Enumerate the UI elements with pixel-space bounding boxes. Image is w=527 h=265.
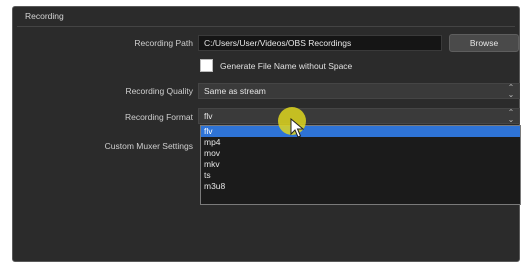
recording-quality-value: Same as stream (204, 86, 266, 96)
recording-settings-panel: Recording Recording Path C:/Users/User/V… (12, 6, 521, 262)
recording-quality-label: Recording Quality (125, 86, 193, 96)
format-option-m3u8[interactable]: m3u8 (201, 181, 520, 192)
recording-format-dropdown: flv mp4 mov mkv ts m3u8 (200, 125, 521, 205)
generate-filename-label: Generate File Name without Space (220, 61, 353, 71)
format-option-mp4[interactable]: mp4 (201, 137, 520, 148)
recording-format-select[interactable]: flv ⌃ ⌄ (198, 108, 520, 124)
section-title: Recording (25, 11, 64, 21)
recording-format-label: Recording Format (124, 112, 193, 122)
chevron-updown-icon: ⌃ ⌄ (507, 83, 515, 99)
format-option-flv[interactable]: flv (201, 126, 520, 137)
custom-muxer-label: Custom Muxer Settings (104, 141, 193, 151)
format-option-ts[interactable]: ts (201, 170, 520, 181)
recording-quality-select[interactable]: Same as stream ⌃ ⌄ (198, 83, 520, 99)
recording-path-field[interactable]: C:/Users/User/Videos/OBS Recordings (198, 35, 442, 51)
section-divider (17, 26, 515, 27)
format-option-mov[interactable]: mov (201, 148, 520, 159)
chevron-updown-icon: ⌃ ⌄ (507, 108, 515, 124)
format-option-mkv[interactable]: mkv (201, 159, 520, 170)
recording-path-label: Recording Path (134, 38, 193, 48)
browse-button[interactable]: Browse (449, 34, 519, 52)
generate-filename-checkbox[interactable] (200, 59, 213, 72)
recording-format-value: flv (204, 111, 213, 121)
mouse-pointer-icon (290, 118, 304, 138)
